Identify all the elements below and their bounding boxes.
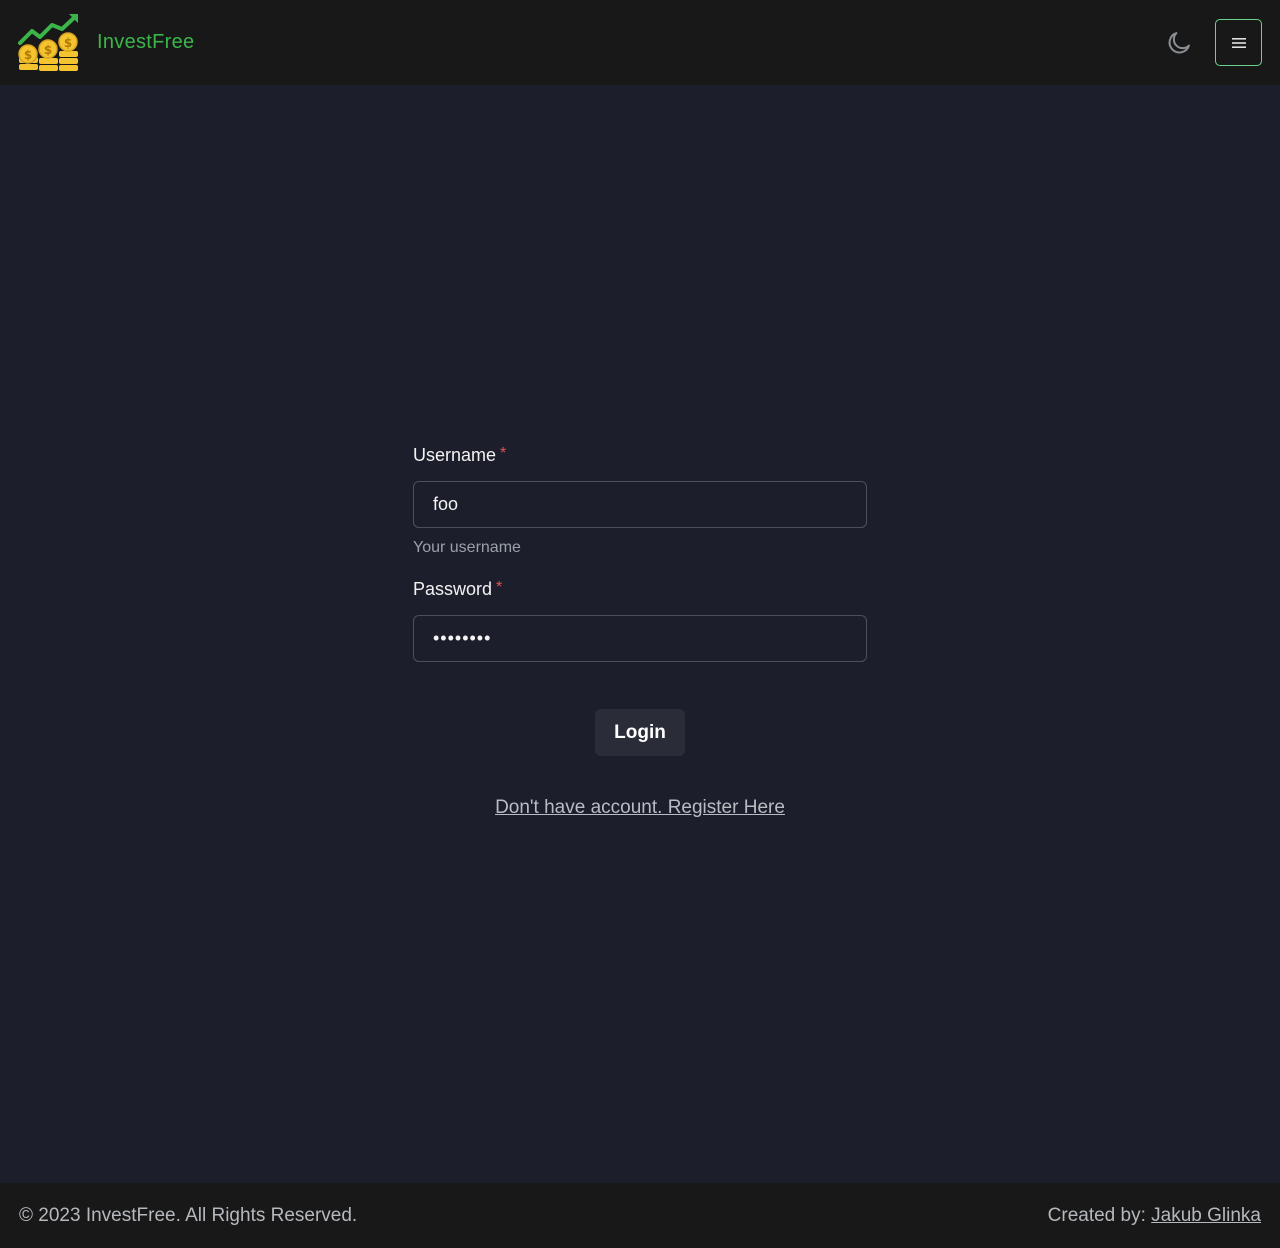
login-form: Username* Your username Password* Login … bbox=[413, 445, 867, 819]
register-link[interactable]: Don't have account. Register Here bbox=[495, 797, 785, 818]
username-help-text: Your username bbox=[413, 539, 521, 556]
footer: © 2023 InvestFree. All Rights Reserved. … bbox=[0, 1183, 1280, 1248]
svg-text:$: $ bbox=[64, 36, 72, 50]
brand-link[interactable]: $ $ $ InvestFree bbox=[18, 13, 194, 73]
nav-actions bbox=[1163, 19, 1262, 66]
moon-icon bbox=[1168, 31, 1190, 53]
password-label-text: Password bbox=[413, 579, 493, 599]
svg-text:$: $ bbox=[24, 48, 32, 62]
main-content: Username* Your username Password* Login … bbox=[0, 85, 1280, 1183]
required-marker: * bbox=[500, 445, 507, 462]
brand-name: InvestFree bbox=[97, 31, 195, 53]
svg-text:$: $ bbox=[44, 43, 52, 57]
hamburger-menu-icon bbox=[1231, 37, 1246, 48]
credits: Created by: Jakub Glinka bbox=[1048, 1205, 1261, 1227]
username-label: Username * bbox=[413, 445, 867, 466]
theme-toggle-button[interactable] bbox=[1163, 27, 1195, 59]
login-button[interactable]: Login bbox=[595, 709, 685, 756]
copyright-text: © 2023 InvestFree. All Rights Reserved. bbox=[19, 1204, 358, 1226]
rising-chart-coins-logo-icon: $ $ $ bbox=[18, 13, 78, 71]
password-input[interactable] bbox=[413, 615, 867, 662]
author-link[interactable]: Jakub Glinka bbox=[1151, 1205, 1261, 1226]
username-input[interactable] bbox=[413, 481, 867, 528]
menu-toggle-button[interactable] bbox=[1215, 19, 1262, 66]
password-label: Password * bbox=[413, 579, 867, 600]
username-label-text: Username bbox=[413, 445, 497, 465]
login-row: Login bbox=[413, 709, 867, 756]
required-marker: * bbox=[496, 579, 503, 596]
register-row: Don't have account. Register Here bbox=[413, 797, 867, 819]
navbar: $ $ $ InvestFree bbox=[0, 0, 1280, 85]
created-by-label: Created by: bbox=[1047, 1204, 1146, 1226]
